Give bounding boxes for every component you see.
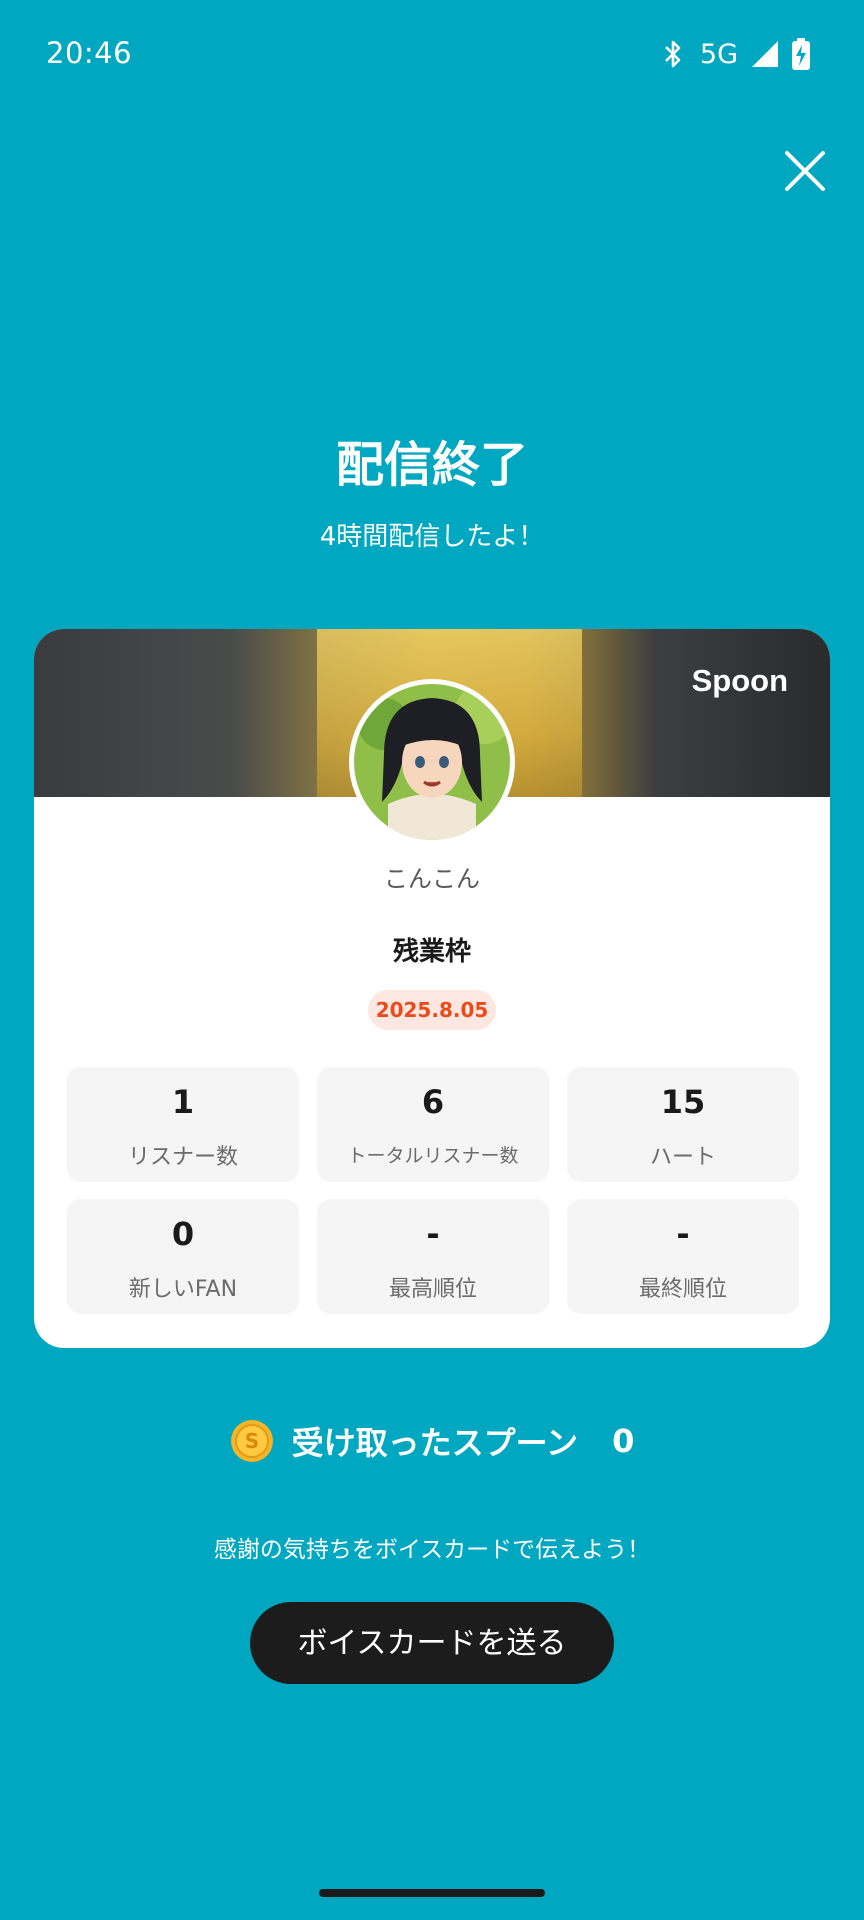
- network-label: 5G: [699, 38, 738, 70]
- bluetooth-icon: [664, 40, 681, 68]
- stat-value: 15: [660, 1083, 706, 1121]
- brand-logo: Spoon: [691, 663, 788, 698]
- stats-grid: 1 リスナー数 6 トータルリスナー数 15 ハート 0 新しいFAN - 最高…: [67, 1067, 799, 1314]
- home-indicator[interactable]: [319, 1889, 545, 1897]
- broadcast-title: 残業枠: [392, 937, 471, 967]
- stat-value: -: [426, 1215, 440, 1253]
- stat-highest-rank: - 最高順位: [317, 1199, 549, 1314]
- avatar-image: [354, 684, 510, 840]
- broadcast-summary-card: Spoon こんこん 残業枠 2025.8.05 1 リスナー数 6 トータルリ…: [34, 629, 830, 1348]
- svg-text:S: S: [244, 1429, 258, 1453]
- spoons-label: 受け取ったスプーン: [291, 1424, 579, 1462]
- stat-value: 0: [171, 1215, 195, 1253]
- stat-value: 6: [421, 1083, 445, 1121]
- username: こんこん: [384, 865, 480, 893]
- page-title: 配信終了: [335, 437, 528, 493]
- stat-label: 最終順位: [638, 1277, 727, 1302]
- stat-value: 1: [171, 1083, 195, 1121]
- date-badge: 2025.8.05: [368, 990, 496, 1030]
- send-voice-card-button[interactable]: ボイスカードを送る: [250, 1602, 614, 1684]
- status-time: 20:46: [46, 36, 133, 70]
- status-icons: 5G: [662, 36, 810, 72]
- received-spoons: S 受け取ったスプーン 0: [0, 1418, 864, 1464]
- stat-label: トータルリスナー数: [347, 1145, 519, 1167]
- stat-total-listeners: 6 トータルリスナー数: [317, 1067, 549, 1182]
- stat-label: 最高順位: [388, 1277, 477, 1302]
- stat-label: 新しいFAN: [128, 1277, 238, 1302]
- stat-label: リスナー数: [127, 1145, 238, 1170]
- stat-value: -: [676, 1215, 690, 1253]
- spoon-coin-icon: S: [230, 1420, 273, 1462]
- close-icon: [785, 151, 825, 191]
- thanks-message: 感謝の気持ちをボイスカードで伝えよう！: [213, 1537, 651, 1563]
- stat-label: ハート: [649, 1145, 716, 1170]
- stat-new-fans: 0 新しいFAN: [67, 1199, 299, 1314]
- stat-final-rank: - 最終順位: [567, 1199, 799, 1314]
- signal-icon: [752, 41, 778, 67]
- spoons-count: 0: [612, 1422, 635, 1460]
- stat-listeners: 1 リスナー数: [67, 1067, 299, 1182]
- avatar: [349, 679, 515, 845]
- status-bar: 20:46 5G: [0, 0, 864, 110]
- close-button[interactable]: [780, 146, 830, 196]
- stat-hearts: 15 ハート: [567, 1067, 799, 1182]
- page-subtitle: 4時間配信したよ！: [319, 522, 545, 552]
- battery-charging-icon: [792, 38, 810, 70]
